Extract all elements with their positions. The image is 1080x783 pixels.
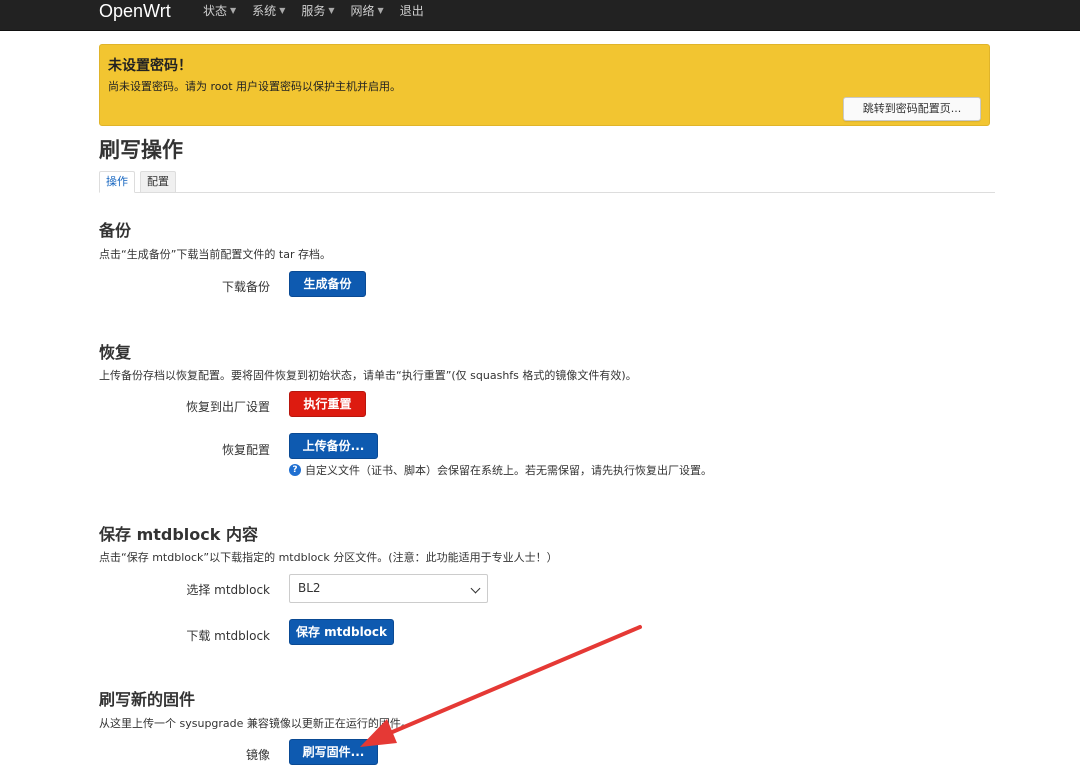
annotation-arrow-icon xyxy=(360,625,642,747)
